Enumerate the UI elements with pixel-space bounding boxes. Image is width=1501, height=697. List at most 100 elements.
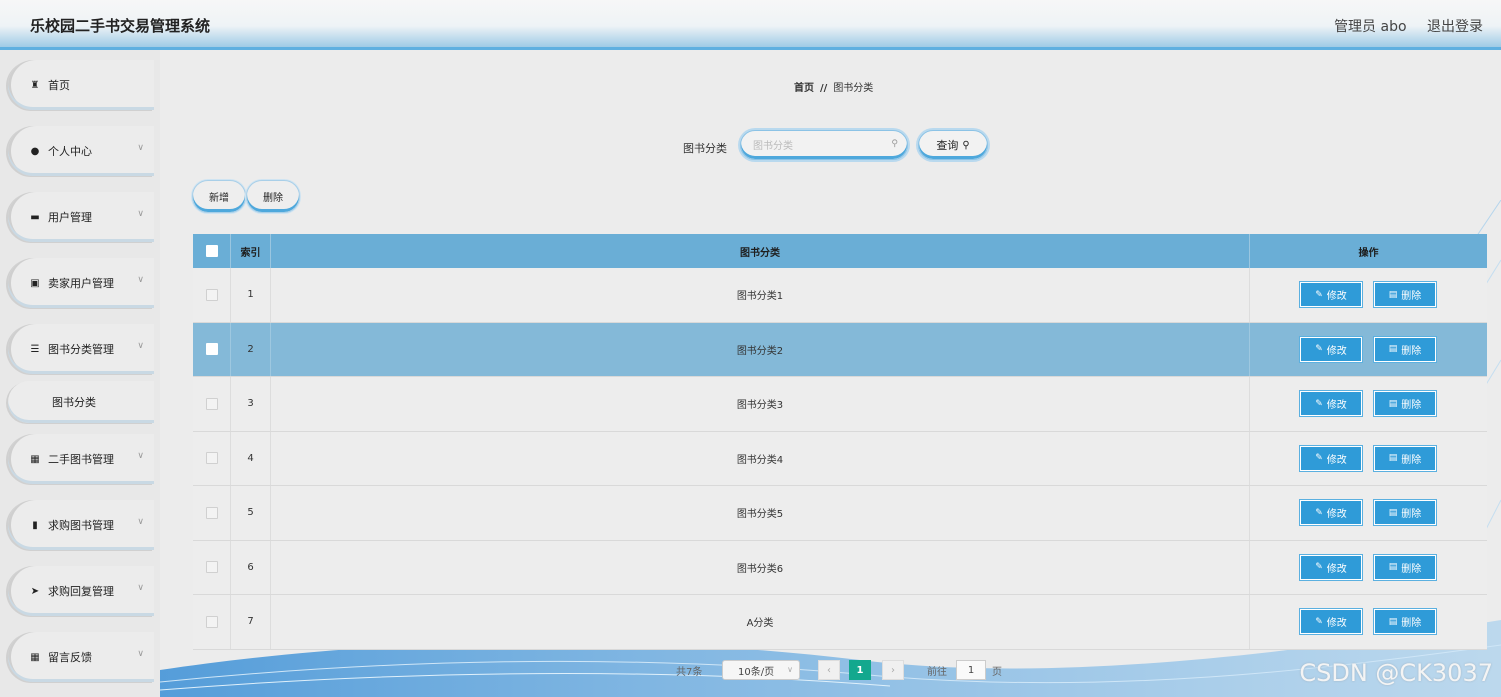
row-checkbox[interactable] — [205, 288, 218, 301]
column-header-index: 索引 — [231, 234, 271, 268]
table-row[interactable]: 3 图书分类3 ✎ 修改 ▤ 删除 — [193, 377, 1487, 432]
table-row[interactable]: 1 图书分类1 ✎ 修改 ▤ 删除 — [193, 268, 1487, 323]
row-checkbox[interactable] — [205, 452, 218, 465]
breadcrumb-current: 图书分类 — [833, 83, 874, 94]
delete-button[interactable]: ▤ 删除 — [1374, 282, 1436, 307]
sidebar: ♜ 首页 ● 个人中心 ∨ ▬ 用户管理 ∨ ▣ 卖家用户管理 ∨ ☰ 图书分类… — [0, 50, 160, 697]
edit-icon: ✎ — [1315, 507, 1323, 518]
logout-link[interactable]: 退出登录 — [1427, 19, 1483, 35]
row-checkbox[interactable] — [205, 397, 218, 410]
edit-button[interactable]: ✎ 修改 — [1300, 336, 1362, 362]
table-row[interactable]: 6 图书分类6 ✎ 修改 ▤ 删除 — [193, 540, 1487, 595]
search-field[interactable]: ⚲ — [740, 130, 908, 160]
row-checkbox-cell — [193, 268, 231, 322]
chevron-down-icon: ∨ — [137, 583, 144, 593]
row-checkbox[interactable] — [205, 561, 218, 574]
row-checkbox-cell — [193, 540, 231, 594]
delete-button[interactable]: ▤ 删除 — [1374, 500, 1436, 525]
search-label: 图书分类 — [683, 142, 727, 155]
row-category-name: A分类 — [271, 595, 1250, 649]
sidebar-item-wanted-replies[interactable]: ➤ 求购回复管理 ∨ — [8, 566, 154, 616]
edit-button[interactable]: ✎ 修改 — [1300, 554, 1362, 580]
row-category-name: 图书分类3 — [271, 377, 1250, 431]
list-icon: ☰ — [30, 343, 40, 355]
delete-button-label: 删除 — [1401, 291, 1422, 302]
edit-button[interactable]: ✎ 修改 — [1300, 282, 1362, 307]
next-page-button[interactable]: › — [882, 660, 904, 680]
edit-button[interactable]: ✎ 修改 — [1300, 391, 1362, 416]
pagination-total: 共7条 — [676, 667, 703, 678]
trash-icon: ▤ — [1388, 453, 1398, 463]
row-checkbox-cell — [193, 486, 231, 540]
sidebar-item-feedback[interactable]: ▦ 留言反馈 ∨ — [8, 632, 154, 682]
edit-button-label: 修改 — [1326, 345, 1347, 357]
edit-button-label: 修改 — [1326, 563, 1347, 575]
sidebar-item-personal-center[interactable]: ● 个人中心 ∨ — [8, 126, 154, 176]
add-button[interactable]: 新增 — [192, 180, 246, 213]
delete-button[interactable]: ▤ 删除 — [1374, 445, 1436, 471]
chevron-down-icon: ∨ — [137, 341, 144, 351]
goto-page-suffix: 页 — [992, 667, 1002, 678]
edit-button[interactable]: ✎ 修改 — [1300, 609, 1362, 634]
sidebar-item-label: 图书分类 — [52, 396, 96, 409]
row-category-name: 图书分类1 — [271, 268, 1250, 322]
row-checkbox-cell — [193, 431, 231, 485]
chevron-down-icon: ∨ — [137, 517, 144, 527]
watermark: CSDN @CK3037 — [1299, 659, 1493, 687]
delete-button[interactable]: ▤ 删除 — [1374, 336, 1436, 362]
page-size-select[interactable]: 10条/页 ∨ — [722, 660, 800, 680]
current-page-button[interactable]: 1 — [849, 660, 871, 680]
delete-button[interactable]: ▤ 删除 — [1374, 609, 1436, 634]
prev-page-button[interactable]: ‹ — [818, 660, 840, 680]
row-checkbox[interactable] — [205, 506, 218, 519]
edit-icon: ✎ — [1315, 616, 1323, 627]
row-checkbox-cell — [193, 377, 231, 431]
breadcrumb: 首页 // 图书分类 — [794, 79, 873, 94]
sidebar-item-used-books[interactable]: ▦ 二手图书管理 ∨ — [8, 434, 154, 484]
table-row[interactable]: 7 A分类 ✎ 修改 ▤ 删除 — [193, 595, 1487, 650]
row-category-name: 图书分类4 — [271, 431, 1250, 485]
row-checkbox[interactable] — [205, 615, 218, 628]
edit-button-label: 修改 — [1326, 618, 1347, 629]
row-actions: ✎ 修改 ▤ 删除 — [1250, 377, 1487, 431]
sidebar-item-category-management[interactable]: ☰ 图书分类管理 ∨ — [8, 324, 154, 374]
chevron-right-icon: › — [891, 664, 895, 676]
row-index: 6 — [231, 540, 271, 594]
main-content: 首页 // 图书分类 图书分类 ⚲ 查询 ⚲ 新增 删除 索引 图书分类 操作 1 … — [160, 50, 1501, 697]
table-row[interactable]: 4 图书分类4 ✎ 修改 ▤ 删除 — [193, 431, 1487, 486]
edit-button[interactable]: ✎ 修改 — [1300, 500, 1362, 525]
sidebar-item-label: 用户管理 — [48, 211, 92, 224]
sidebar-item-seller-management[interactable]: ▣ 卖家用户管理 ∨ — [8, 258, 154, 308]
row-checkbox[interactable] — [205, 343, 218, 356]
chevron-down-icon: ∨ — [137, 451, 144, 461]
query-button[interactable]: 查询 ⚲ — [918, 130, 988, 160]
sidebar-item-label: 求购图书管理 — [48, 519, 114, 532]
sidebar-item-label: 首页 — [48, 79, 70, 92]
select-all-cell — [193, 234, 231, 268]
delete-button[interactable]: ▤ 删除 — [1374, 554, 1436, 580]
sidebar-item-user-management[interactable]: ▬ 用户管理 ∨ — [8, 192, 154, 242]
edit-button[interactable]: ✎ 修改 — [1300, 445, 1362, 471]
page-size-value: 10条/页 — [738, 666, 775, 678]
row-actions: ✎ 修改 ▤ 删除 — [1250, 268, 1487, 322]
sidebar-item-home[interactable]: ♜ 首页 — [8, 60, 154, 110]
table-row[interactable]: 2 图书分类2 ✎ 修改 ▤ 删除 — [193, 322, 1487, 377]
search-input[interactable] — [751, 137, 885, 155]
delete-button[interactable]: ▤ 删除 — [1374, 391, 1436, 416]
sidebar-item-label: 求购回复管理 — [48, 585, 114, 598]
table-row[interactable]: 5 图书分类5 ✎ 修改 ▤ 删除 — [193, 486, 1487, 541]
sidebar-subitem-category[interactable]: 图书分类 — [8, 381, 154, 423]
edit-icon: ✎ — [1315, 289, 1323, 300]
sidebar-item-wanted-books[interactable]: ▮ 求购图书管理 ∨ — [8, 500, 154, 550]
delete-button-label: 删除 — [1401, 563, 1422, 575]
edit-icon: ✎ — [1315, 453, 1323, 463]
home-icon: ♜ — [30, 79, 40, 91]
edit-button-label: 修改 — [1326, 291, 1347, 302]
send-icon: ➤ — [30, 585, 40, 597]
goto-page-input[interactable] — [956, 660, 986, 680]
select-all-checkbox[interactable] — [205, 245, 218, 257]
batch-delete-button[interactable]: 删除 — [246, 180, 300, 213]
breadcrumb-home[interactable]: 首页 — [794, 83, 814, 94]
row-index: 4 — [231, 431, 271, 485]
row-actions: ✎ 修改 ▤ 删除 — [1250, 486, 1487, 540]
